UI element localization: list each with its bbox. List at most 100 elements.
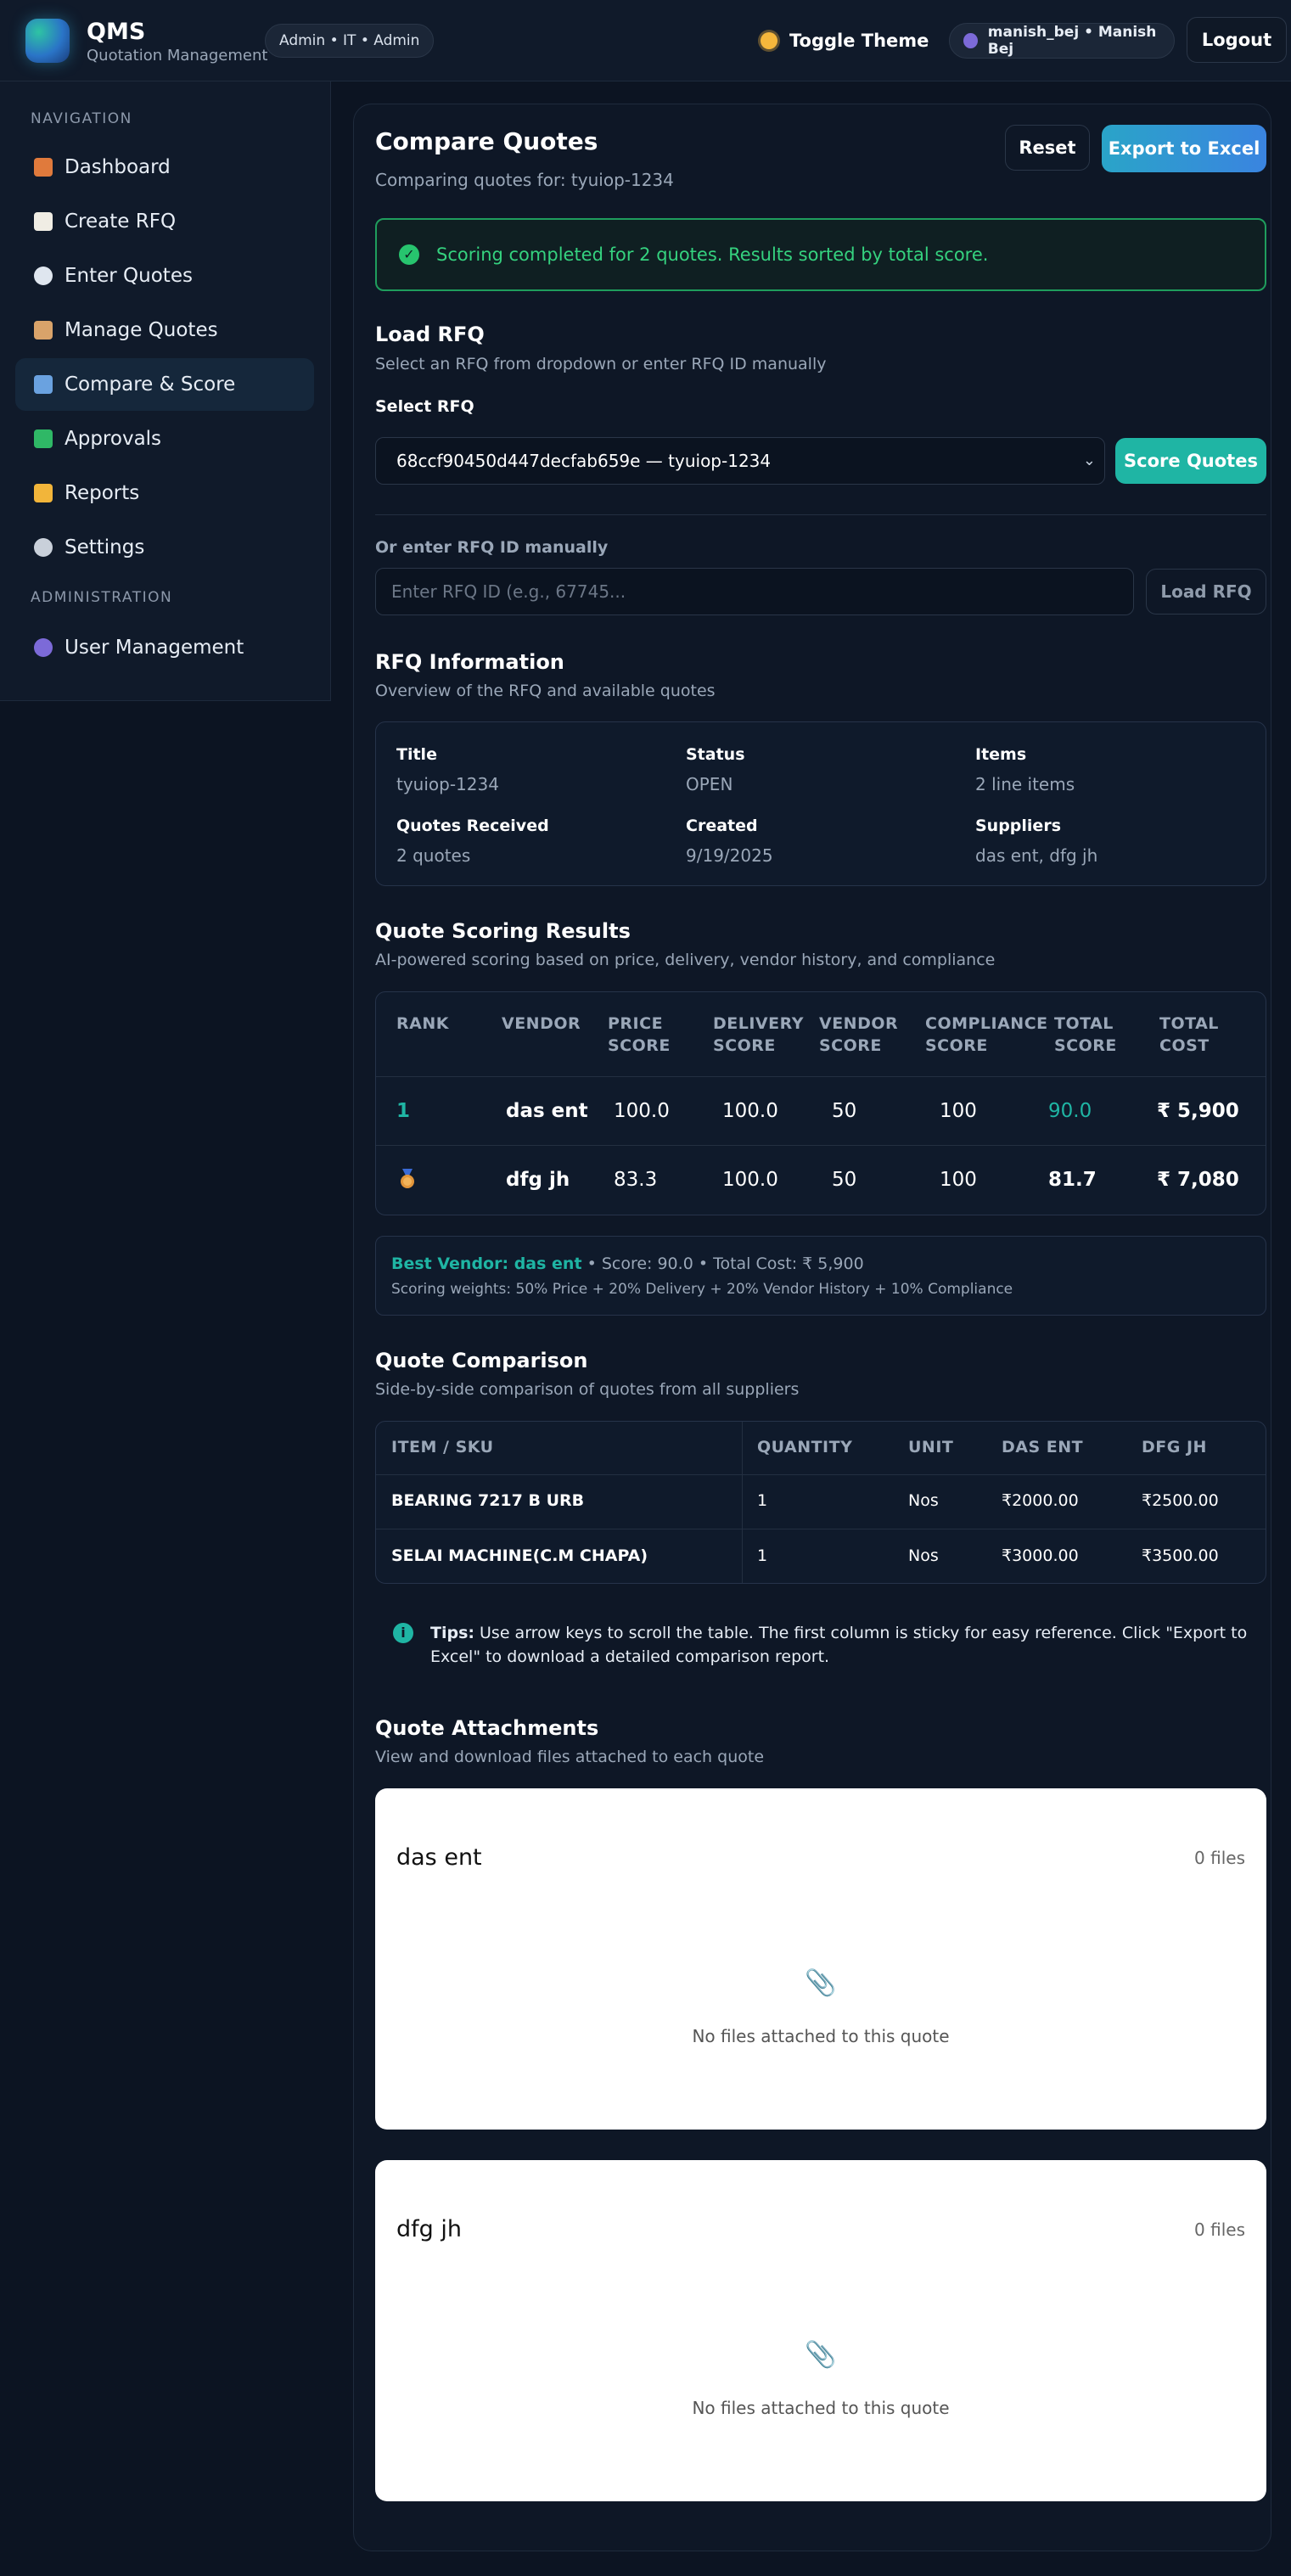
load-rfq-subtitle: Select an RFQ from dropdown or enter RFQ… [375, 355, 827, 373]
info-icon: i [393, 1623, 413, 1643]
rfq-select[interactable]: 68ccf90450d447decfab659e — tyuiop-1234 ⌄ [375, 437, 1105, 485]
unit-cell: Nos [908, 1491, 939, 1510]
vendor-score-cell: 50 [832, 1100, 857, 1122]
chevron-down-icon: ⌄ [1082, 452, 1096, 469]
sidebar-item-label: Dashboard [65, 156, 171, 178]
attachment-count: 0 files [1194, 2220, 1245, 2240]
info-value: das ent, dfg jh [975, 845, 1098, 866]
price-score-cell: 100.0 [614, 1100, 670, 1122]
top-header: QMS Quotation Management Admin • IT • Ad… [0, 0, 1291, 81]
compliance-score-cell: 100 [940, 1100, 977, 1122]
sidebar-item-dashboard[interactable]: Dashboard [15, 141, 314, 194]
unit-cell: Nos [908, 1546, 939, 1565]
toggle-theme-button[interactable]: Toggle Theme [761, 25, 929, 56]
sidebar-item-label: User Management [65, 637, 244, 659]
check-circle-icon: ✓ [399, 244, 419, 265]
bar-chart-icon [34, 375, 53, 394]
best-vendor-label: Best Vendor: das ent [391, 1254, 582, 1273]
price-cell: ₹3000.00 [1002, 1546, 1079, 1565]
paperclip-icon: 📎 [805, 2340, 837, 2370]
column-header: VENDOR [502, 1014, 581, 1033]
delivery-score-cell: 100.0 [722, 1100, 778, 1122]
sidebar-item-label: Manage Quotes [65, 319, 218, 341]
user-name: manish_bej • Manish Bej [987, 24, 1157, 58]
vendor-cell: dfg jh [506, 1169, 570, 1191]
sidebar-item-label: Compare & Score [65, 373, 236, 396]
sidebar-item-reports[interactable]: Reports [15, 467, 314, 519]
check-box-icon [34, 429, 53, 448]
user-badge[interactable]: manish_bej • Manish Bej [949, 23, 1175, 59]
sidebar-item-approvals[interactable]: Approvals [15, 412, 314, 465]
role-badge: Admin • IT • Admin [265, 24, 435, 58]
rfq-info-title: RFQ Information [375, 650, 564, 674]
sidebar-item-label: Reports [65, 482, 140, 504]
house-icon [34, 158, 53, 177]
info-label: Created [686, 817, 758, 835]
tips-line2: Excel" to download a detailed comparison… [430, 1647, 830, 1666]
load-rfq-button[interactable]: Load RFQ [1146, 569, 1266, 615]
delivery-score-cell: 100.0 [722, 1169, 778, 1191]
sidebar-item-manage-quotes[interactable]: Manage Quotes [15, 304, 314, 356]
sidebar-item-label: Approvals [65, 428, 162, 450]
column-header: TOTAL COST [1159, 1014, 1219, 1055]
rfq-id-input[interactable] [375, 568, 1134, 615]
column-header: QUANTITY [757, 1438, 853, 1456]
column-header: DELIVERY SCORE [713, 1014, 804, 1055]
item-cell: SELAI MACHINE(C.M CHAPA) [391, 1546, 648, 1565]
sidebar-item-user-management[interactable]: User Management [15, 621, 314, 674]
info-value: tyuiop-1234 [396, 774, 499, 794]
attachments-title: Quote Attachments [375, 1716, 599, 1740]
column-header: VENDOR SCORE [819, 1014, 899, 1055]
sidebar-item-create-rfq[interactable]: Create RFQ [15, 195, 314, 248]
total-cost-cell: ₹ 7,080 [1157, 1169, 1239, 1191]
users-icon [34, 638, 53, 657]
item-cell: BEARING 7217 B URB [391, 1491, 585, 1510]
folder-icon [34, 484, 53, 502]
user-icon [963, 33, 978, 48]
sidebar-item-enter-quotes[interactable]: Enter Quotes [15, 250, 314, 302]
export-excel-button[interactable]: Export to Excel [1102, 125, 1266, 172]
rfq-info-subtitle: Overview of the RFQ and available quotes [375, 682, 716, 700]
paperclip-icon: 📎 [805, 1968, 837, 1998]
comparison-title: Quote Comparison [375, 1349, 588, 1372]
column-header: COMPLIANCE SCORE [925, 1014, 1048, 1055]
nav-heading: NAVIGATION [31, 110, 132, 127]
score-quotes-button[interactable]: Score Quotes [1115, 438, 1266, 484]
sidebar-item-compare-score[interactable]: Compare & Score [15, 358, 314, 411]
clipboard-icon [34, 321, 53, 340]
load-rfq-title: Load RFQ [375, 323, 485, 346]
column-header: DFG JH [1142, 1438, 1207, 1456]
total-score-cell: 81.7 [1048, 1169, 1097, 1191]
column-header: UNIT [908, 1438, 954, 1456]
compliance-score-cell: 100 [940, 1169, 977, 1191]
comparison-subtitle: Side-by-side comparison of quotes from a… [375, 1380, 800, 1399]
sidebar-item-settings[interactable]: Settings [15, 521, 314, 574]
manual-rfq-label: Or enter RFQ ID manually [375, 538, 609, 557]
attachment-card: das ent 0 files 📎 No files attached to t… [375, 1788, 1266, 2130]
quantity-cell: 1 [757, 1546, 768, 1565]
divider [375, 514, 1266, 515]
admin-heading: ADMINISTRATION [31, 589, 173, 606]
speech-bubble-icon [34, 267, 53, 285]
app-logo [25, 19, 70, 63]
attachment-card: dfg jh 0 files 📎 No files attached to th… [375, 2160, 1266, 2501]
tips-line1: Use arrow keys to scroll the table. The … [474, 1624, 1248, 1642]
sidebar-item-label: Create RFQ [65, 210, 177, 233]
tips-bold: Tips: [430, 1624, 474, 1642]
sidebar-item-label: Enter Quotes [65, 265, 193, 287]
quantity-cell: 1 [757, 1491, 768, 1510]
rank-cell: 1 [396, 1100, 411, 1122]
info-label: Title [396, 745, 437, 764]
column-header: DAS ENT [1002, 1438, 1084, 1456]
reset-button[interactable]: Reset [1005, 125, 1090, 171]
logout-button[interactable]: Logout [1187, 17, 1287, 63]
attachment-vendor: das ent [396, 1844, 482, 1871]
scoring-title: Quote Scoring Results [375, 919, 631, 943]
brand-subtitle: Quotation Management [87, 47, 268, 65]
info-label: Status [686, 745, 745, 764]
select-rfq-label: Select RFQ [375, 397, 474, 416]
sidebar: NAVIGATION Dashboard Create RFQ Enter Qu… [0, 81, 331, 701]
best-vendor-box [375, 1236, 1266, 1316]
vendor-score-cell: 50 [832, 1169, 857, 1191]
vendor-cell: das ent [506, 1100, 588, 1122]
